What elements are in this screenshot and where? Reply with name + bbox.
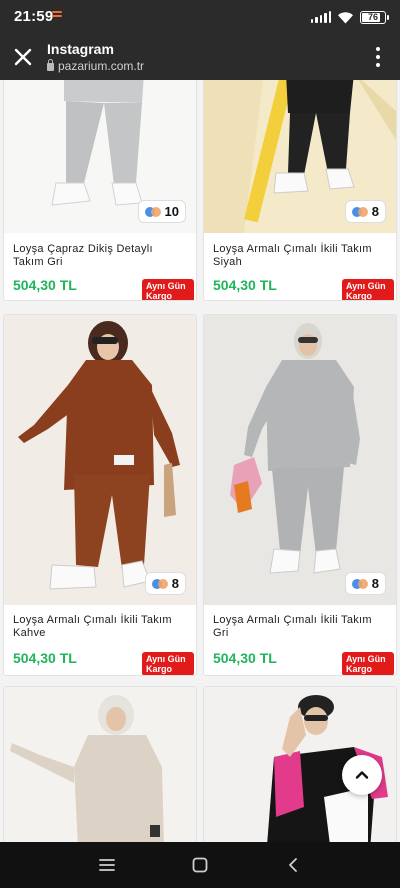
status-indicators: 76 — [310, 9, 389, 25]
product-name[interactable]: Loyşa Çapraz Dikiş Detaylı Takım Gri — [13, 243, 183, 269]
back-button[interactable] — [281, 853, 305, 877]
system-navigation-bar — [0, 842, 400, 888]
page-title: Instagram — [47, 41, 114, 57]
product-name[interactable]: Loyşa Armalı Çımalı İkili Takım Kahve — [13, 614, 183, 640]
same-day-shipping-badge: Aynı Gün Kargo — [342, 652, 394, 675]
battery-level: 76 — [367, 12, 378, 22]
chevron-up-icon — [355, 771, 369, 779]
same-day-shipping-badge: Aynı Gün Kargo — [142, 652, 194, 675]
scroll-to-top-button[interactable] — [342, 755, 382, 795]
product-image[interactable]: 8 — [204, 315, 396, 605]
product-price: 504,30 TL — [213, 277, 277, 293]
close-icon — [14, 48, 32, 66]
colors-icon — [151, 578, 168, 589]
close-button[interactable] — [12, 46, 34, 68]
variant-count-badge[interactable]: 8 — [344, 572, 386, 595]
url-display[interactable]: pazarium.com.tr — [47, 59, 144, 73]
product-price: 504,30 TL — [13, 277, 77, 293]
recent-apps-button[interactable] — [95, 853, 119, 877]
square-icon — [192, 857, 208, 873]
colors-icon — [351, 578, 368, 589]
product-image[interactable]: 8 — [4, 315, 196, 605]
product-card[interactable]: 8 Loyşa Armalı Çımalı İkili Takım Gri 50… — [203, 314, 397, 676]
product-grid-container[interactable]: 10 Loyşa Çapraz Dikiş Detaylı Takım Gri … — [0, 80, 400, 842]
same-day-shipping-badge: Aynı Gün Kargo — [342, 279, 394, 300]
back-icon — [289, 858, 298, 872]
lock-icon — [47, 59, 54, 71]
product-price: 504,30 TL — [13, 650, 77, 666]
home-button[interactable] — [188, 853, 212, 877]
status-bar: 21:59 76 — [0, 0, 400, 34]
status-time: 21:59 — [14, 8, 54, 25]
product-price: 504,30 TL — [213, 650, 277, 666]
notification-icon — [52, 11, 62, 21]
menu-icon — [98, 859, 115, 871]
variant-count-badge[interactable]: 8 — [144, 572, 186, 595]
product-name[interactable]: Loyşa Armalı Çımalı İkili Takım Siyah — [213, 243, 383, 269]
more-options-button[interactable] — [370, 47, 386, 67]
battery-icon: 76 — [360, 10, 389, 24]
product-card[interactable]: 8 Loyşa Armalı Çımalı İkili Takım Kahve … — [3, 314, 197, 676]
product-image[interactable]: 8 — [204, 80, 396, 233]
signal-icon — [310, 11, 331, 23]
product-card[interactable]: 8 Loyşa Armalı Çımalı İkili Takım Siyah … — [203, 80, 397, 301]
colors-icon — [144, 206, 161, 217]
product-image[interactable]: 10 — [4, 80, 196, 233]
product-name[interactable]: Loyşa Armalı Çımalı İkili Takım Gri — [213, 614, 383, 640]
colors-icon — [351, 206, 368, 217]
wifi-icon — [338, 11, 353, 23]
url-text: pazarium.com.tr — [58, 59, 145, 73]
browser-header: Instagram pazarium.com.tr — [0, 34, 400, 80]
product-card[interactable]: 10 Loyşa Çapraz Dikiş Detaylı Takım Gri … — [3, 80, 197, 301]
more-vert-icon — [376, 47, 380, 51]
same-day-shipping-badge: Aynı Gün Kargo — [142, 279, 194, 300]
variant-count-badge[interactable]: 8 — [344, 200, 386, 223]
product-card[interactable] — [3, 686, 197, 842]
variant-count-badge[interactable]: 10 — [137, 200, 186, 223]
product-image[interactable] — [4, 687, 196, 842]
